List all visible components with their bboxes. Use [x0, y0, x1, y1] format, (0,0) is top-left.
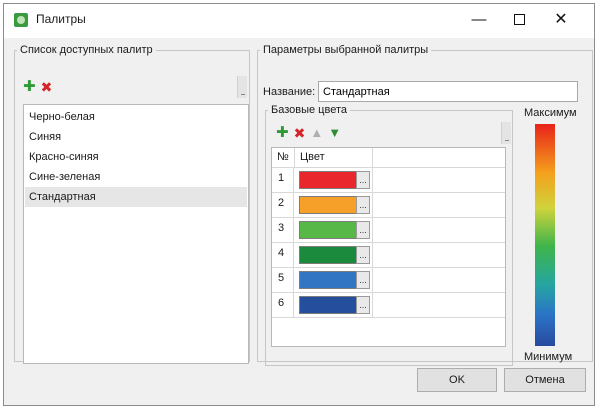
row-number: 5: [272, 268, 294, 292]
maximize-button[interactable]: [496, 4, 542, 34]
list-item[interactable]: Черно-белая: [25, 107, 247, 127]
cell-divider: [372, 243, 373, 267]
table-row[interactable]: 3...: [272, 218, 505, 243]
header-divider: [294, 148, 295, 168]
list-item[interactable]: Синяя: [25, 127, 247, 147]
name-label: Название:: [263, 86, 316, 98]
toolbar-overflow-grip[interactable]: [501, 122, 511, 144]
color-browse-button[interactable]: ...: [356, 196, 370, 214]
selected-palette-legend: Параметры выбранной палитры: [263, 44, 429, 56]
base-colors-toolbar: ✚ ✖ ▲ ▼: [276, 125, 341, 140]
row-number: 1: [272, 168, 294, 192]
list-item[interactable]: Красно-синяя: [25, 147, 247, 167]
available-palettes-group: Список доступных палитр ✚ ✖ Черно-белая …: [14, 44, 250, 364]
add-icon[interactable]: ✚: [23, 79, 36, 94]
color-swatch[interactable]: [299, 296, 357, 314]
table-row[interactable]: 2...: [272, 193, 505, 218]
maximize-icon: [513, 13, 525, 25]
palettes-listbox[interactable]: Черно-белая Синяя Красно-синяя Сине-зеле…: [23, 104, 249, 364]
available-palettes-legend: Список доступных палитр: [20, 44, 153, 56]
row-number: 6: [272, 293, 294, 317]
color-swatch[interactable]: [299, 271, 357, 289]
gradient-max-label: Максимум: [524, 107, 577, 119]
color-swatch[interactable]: [299, 196, 357, 214]
cell-divider: [372, 293, 373, 317]
color-browse-button[interactable]: ...: [356, 221, 370, 239]
row-number: 3: [272, 218, 294, 242]
list-item[interactable]: Стандартная: [25, 187, 247, 207]
palettes-dialog: Палитры — ✕ Список доступных палитр ✚ ✖ …: [3, 3, 595, 406]
base-colors-legend: Базовые цвета: [271, 104, 347, 116]
arrow-up-icon[interactable]: ▲: [310, 126, 323, 140]
app-icon: [14, 13, 28, 27]
table-row[interactable]: 6...: [272, 293, 505, 318]
header-divider: [372, 148, 373, 168]
title-bar: Палитры — ✕: [4, 4, 594, 38]
ok-button[interactable]: OK: [417, 368, 497, 392]
base-colors-grid: № Цвет 1... 2... 3... 4... 5... 6...: [271, 147, 506, 347]
cell-divider: [372, 218, 373, 242]
cancel-button[interactable]: Отмена: [504, 368, 586, 392]
grid-header: № Цвет: [272, 148, 505, 168]
color-swatch[interactable]: [299, 221, 357, 239]
table-row[interactable]: 5...: [272, 268, 505, 293]
color-swatch[interactable]: [299, 246, 357, 264]
palette-name-input[interactable]: [318, 81, 578, 102]
close-button[interactable]: ✕: [538, 4, 584, 34]
color-browse-button[interactable]: ...: [356, 296, 370, 314]
color-browse-button[interactable]: ...: [356, 171, 370, 189]
color-swatch[interactable]: [299, 171, 357, 189]
column-header-color: Цвет: [300, 151, 325, 163]
cell-divider: [372, 268, 373, 292]
toolbar-overflow-grip[interactable]: [237, 76, 247, 98]
delete-icon[interactable]: ✖: [294, 126, 306, 140]
color-browse-button[interactable]: ...: [356, 271, 370, 289]
cell-divider: [372, 168, 373, 192]
gradient-min-label: Минимум: [524, 351, 573, 363]
window-title: Палитры: [36, 12, 86, 26]
cell-divider: [372, 193, 373, 217]
color-browse-button[interactable]: ...: [356, 246, 370, 264]
delete-icon[interactable]: ✖: [41, 80, 53, 94]
arrow-down-icon[interactable]: ▼: [328, 126, 341, 140]
add-icon[interactable]: ✚: [276, 125, 289, 140]
gradient-preview: [535, 124, 555, 346]
table-row[interactable]: 4...: [272, 243, 505, 268]
selected-palette-group: Параметры выбранной палитры Название: Ба…: [257, 44, 593, 366]
row-number: 2: [272, 193, 294, 217]
row-number: 4: [272, 243, 294, 267]
table-row[interactable]: 1...: [272, 168, 505, 193]
palettes-toolbar: ✚ ✖: [23, 79, 53, 94]
column-header-no: №: [277, 151, 289, 163]
list-item[interactable]: Сине-зеленая: [25, 167, 247, 187]
